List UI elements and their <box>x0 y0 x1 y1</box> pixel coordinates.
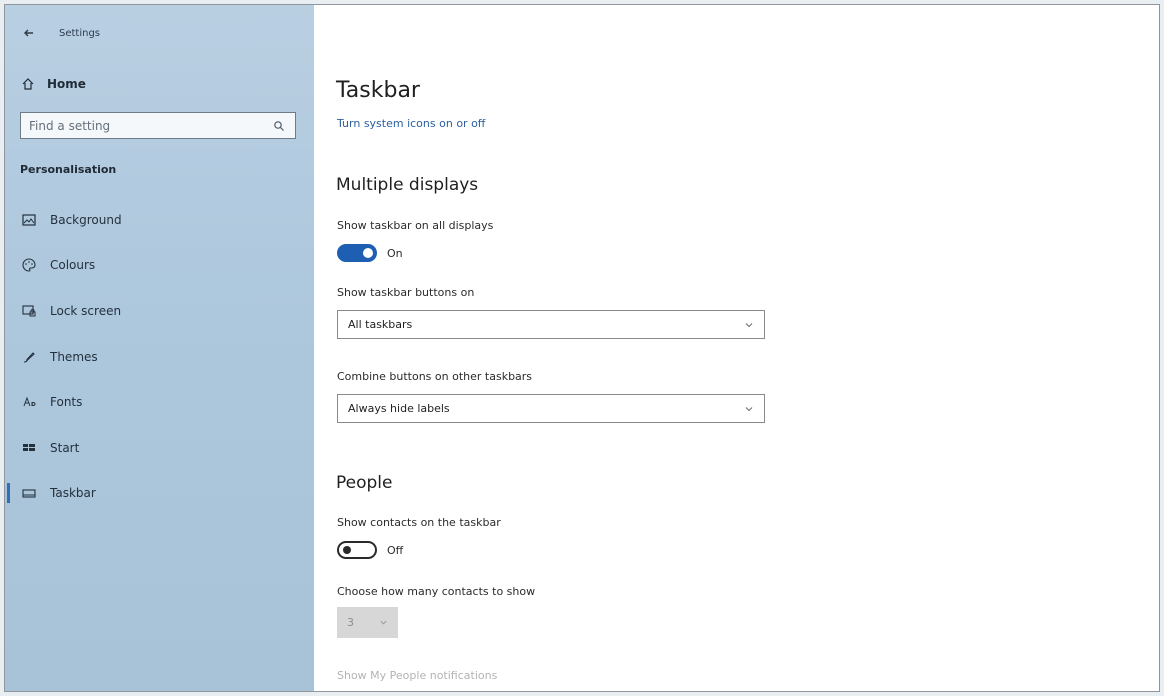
sidebar-item-start[interactable]: Start <box>5 431 314 465</box>
combine-buttons-select[interactable]: Always hide labels <box>337 394 765 423</box>
taskbar-buttons-select[interactable]: All taskbars <box>337 310 765 339</box>
sidebar-item-background[interactable]: Background <box>5 203 314 237</box>
window-title: Settings <box>59 27 101 39</box>
sidebar-section-label: Personalisation <box>20 163 117 176</box>
palette-icon <box>22 258 36 272</box>
show-taskbar-all-displays-label: Show taskbar on all displays <box>337 219 494 232</box>
toggle-knob <box>363 248 373 258</box>
toggle-state-text: Off <box>387 543 404 557</box>
home-icon <box>22 78 34 90</box>
sidebar-item-themes[interactable]: Themes <box>5 340 314 374</box>
sidebar-item-label: Fonts <box>50 395 83 409</box>
search-box[interactable] <box>20 112 296 139</box>
image-icon <box>22 214 36 226</box>
contacts-count-label: Choose how many contacts to show <box>337 585 536 598</box>
sidebar-item-label: Background <box>50 213 122 227</box>
home-label: Home <box>47 77 86 91</box>
toggle-state-text: On <box>387 246 403 260</box>
sidebar-item-label: Lock screen <box>50 304 122 318</box>
settings-window: Settings Home Personalisation Background <box>4 4 1160 692</box>
combine-buttons-label: Combine buttons on other taskbars <box>337 370 533 383</box>
system-icons-link[interactable]: Turn system icons on or off <box>337 117 485 130</box>
sidebar-item-taskbar[interactable]: Taskbar <box>5 476 314 510</box>
search-input[interactable] <box>29 118 273 133</box>
show-contacts-label: Show contacts on the taskbar <box>337 516 501 529</box>
home-nav[interactable]: Home <box>21 71 86 97</box>
contacts-count-select[interactable]: 3 <box>337 607 398 638</box>
sidebar-item-colours[interactable]: Colours <box>5 248 314 282</box>
back-arrow-icon <box>24 29 33 37</box>
toggle-knob <box>343 546 351 554</box>
taskbar-buttons-label: Show taskbar buttons on <box>337 286 475 299</box>
sidebar: Settings Home Personalisation Background <box>5 5 314 691</box>
chevron-down-icon <box>380 620 387 625</box>
font-icon <box>23 396 36 407</box>
show-taskbar-all-displays-toggle[interactable] <box>337 244 377 262</box>
sidebar-item-fonts[interactable]: Fonts <box>5 385 314 419</box>
chevron-down-icon <box>745 322 753 327</box>
people-heading: People <box>336 473 393 493</box>
settings-content: Taskbar Turn system icons on or off Mult… <box>314 5 1159 691</box>
select-value: All taskbars <box>348 318 413 331</box>
multiple-displays-heading: Multiple displays <box>336 175 479 195</box>
brush-icon <box>23 352 35 363</box>
search-icon[interactable] <box>273 120 285 132</box>
select-value: Always hide labels <box>348 402 450 415</box>
start-icon <box>23 444 35 451</box>
sidebar-item-label: Taskbar <box>50 486 96 500</box>
sidebar-item-label: Colours <box>50 258 96 272</box>
show-taskbar-all-displays-toggle-row: On <box>337 244 403 262</box>
lock-screen-icon <box>22 305 36 317</box>
show-contacts-toggle-row: Off <box>337 541 403 559</box>
taskbar-icon <box>22 489 36 498</box>
show-contacts-toggle[interactable] <box>337 541 377 559</box>
my-people-notifications-label: Show My People notifications <box>337 669 498 682</box>
sidebar-item-label: Start <box>50 441 80 455</box>
sidebar-item-lock-screen[interactable]: Lock screen <box>5 294 314 328</box>
back-button[interactable] <box>19 23 39 43</box>
selected-indicator <box>7 483 10 503</box>
page-title: Taskbar <box>336 77 420 103</box>
sidebar-item-label: Themes <box>50 350 98 364</box>
select-value: 3 <box>347 616 354 629</box>
window-titlebar: Settings <box>19 23 100 43</box>
chevron-down-icon <box>745 406 753 411</box>
